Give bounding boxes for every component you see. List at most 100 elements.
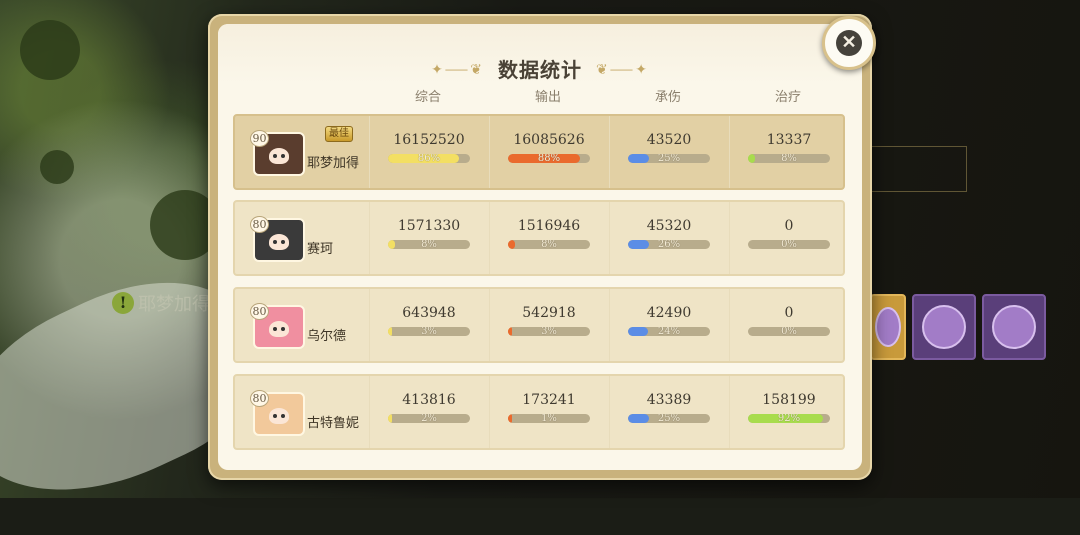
scene-character-chips — [870, 294, 1046, 360]
stat-bar: 8% — [748, 154, 830, 163]
stat-bar: 3% — [508, 327, 590, 336]
stat-bar: 0% — [748, 240, 830, 249]
stat-bar: 86% — [388, 154, 470, 163]
character-name: 耶梦加得 — [307, 156, 360, 171]
portrait-eye — [273, 327, 277, 331]
stat-cell-tanked: 42490 24% — [609, 305, 729, 336]
character-name: 赛珂 — [307, 242, 334, 257]
stat-bar: 3% — [388, 327, 470, 336]
stat-percent: 3% — [421, 327, 437, 336]
dialog-header: ✦⸺❦ 数据统计 ❦⸺✦ — [218, 24, 862, 84]
portrait-face — [269, 148, 289, 164]
stat-value: 43520 — [646, 132, 692, 148]
stat-percent: 24% — [657, 327, 681, 336]
stat-cell-tanked: 45320 26% — [609, 218, 729, 249]
stat-cell-overall: 1571330 8% — [369, 218, 489, 249]
portrait-eye — [273, 240, 277, 244]
stat-bar: 26% — [628, 240, 710, 249]
stat-value: 0 — [784, 218, 794, 234]
stat-cell-overall: 643948 3% — [369, 305, 489, 336]
column-header-tanked: 承伤 — [654, 90, 681, 105]
title-row: ✦⸺❦ 数据统计 ❦⸺✦ — [218, 54, 862, 83]
stat-percent: 1% — [541, 414, 557, 423]
stat-value: 16085626 — [513, 132, 585, 148]
stat-cell-heal: 158199 92% — [729, 392, 849, 423]
stat-value: 173241 — [522, 392, 576, 408]
stat-bar: 25% — [628, 414, 710, 423]
portrait-eye — [281, 240, 285, 244]
stat-bar: 2% — [388, 414, 470, 423]
stat-value: 16152520 — [393, 132, 465, 148]
stat-percent: 8% — [541, 240, 557, 249]
portrait-eye — [273, 414, 277, 418]
dialog-title: 数据统计 — [498, 58, 582, 82]
stat-value: 1516946 — [517, 218, 581, 234]
portrait-eye — [273, 154, 277, 158]
stat-value: 13337 — [766, 132, 812, 148]
stat-percent: 0% — [781, 327, 797, 336]
best-badge: 最佳 — [325, 126, 353, 142]
scene-panel-frame — [870, 146, 967, 192]
stat-cell-damage: 542918 3% — [489, 305, 609, 336]
ornament-right-icon: ❦⸺✦ — [596, 61, 649, 78]
stat-value: 45320 — [646, 218, 692, 234]
stat-cell-damage: 16085626 88% — [489, 132, 609, 163]
stat-percent: 2% — [421, 414, 437, 423]
portrait-eye — [281, 414, 285, 418]
character-name: 乌尔德 — [307, 329, 347, 344]
stat-value: 1571330 — [397, 218, 461, 234]
stat-bar: 25% — [628, 154, 710, 163]
stat-bar: 0% — [748, 327, 830, 336]
stat-value: 43389 — [646, 392, 692, 408]
stat-value: 42490 — [646, 305, 692, 321]
stat-bar: 8% — [388, 240, 470, 249]
character-chip — [912, 294, 976, 360]
stats-row[interactable]: 80 古特鲁妮 413816 2% 173241 1% 43389 25% 158199 92% — [233, 374, 845, 450]
scene-notice: ! 耶梦加得 — [112, 290, 210, 316]
stat-percent: 0% — [781, 240, 797, 249]
column-header-heal: 治疗 — [774, 90, 801, 105]
portrait-face — [269, 408, 289, 424]
stat-percent: 92% — [777, 414, 801, 423]
stat-cell-overall: 16152520 86% — [369, 132, 489, 163]
ornament-left-icon: ✦⸺❦ — [431, 61, 484, 78]
character-chip — [870, 294, 906, 360]
stat-percent: 8% — [781, 154, 797, 163]
stat-cell-overall: 413816 2% — [369, 392, 489, 423]
stat-cell-damage: 1516946 8% — [489, 218, 609, 249]
stat-bar: 1% — [508, 414, 590, 423]
close-button[interactable]: ✕ — [822, 16, 876, 70]
character-name: 古特鲁妮 — [307, 416, 360, 431]
stat-value: 158199 — [762, 392, 816, 408]
stat-value: 542918 — [522, 305, 576, 321]
stats-row[interactable]: 90 最佳 耶梦加得 16152520 86% 16085626 88% 43520 25% 13… — [233, 114, 845, 190]
stat-cell-damage: 173241 1% — [489, 392, 609, 423]
level-badge: 80 — [250, 390, 269, 407]
portrait-eye — [281, 154, 285, 158]
stat-bar: 88% — [508, 154, 590, 163]
foliage-decoration — [20, 20, 80, 80]
level-badge: 80 — [250, 303, 269, 320]
level-badge: 80 — [250, 216, 269, 233]
close-icon: ✕ — [836, 30, 862, 56]
portrait-eye — [281, 327, 285, 331]
stat-bar: 8% — [508, 240, 590, 249]
foliage-decoration — [40, 150, 74, 184]
exclamation-icon: ! — [112, 292, 134, 314]
stat-percent: 88% — [537, 154, 561, 163]
stat-cell-heal: 0 0% — [729, 305, 849, 336]
stat-cell-heal: 0 0% — [729, 218, 849, 249]
stat-bar: 92% — [748, 414, 830, 423]
stats-row[interactable]: 80 赛珂 1571330 8% 1516946 8% 45320 26% 0 0% — [233, 200, 845, 276]
portrait-face — [269, 321, 289, 337]
portrait-face — [269, 234, 289, 250]
stat-cell-tanked: 43389 25% — [609, 392, 729, 423]
stat-percent: 25% — [657, 414, 681, 423]
stat-value: 0 — [784, 305, 794, 321]
column-header-overall: 综合 — [414, 90, 441, 105]
stat-percent: 25% — [657, 154, 681, 163]
stats-row[interactable]: 80 乌尔德 643948 3% 542918 3% 42490 24% 0 0% — [233, 287, 845, 363]
stat-percent: 26% — [657, 240, 681, 249]
scene-notice-text: 耶梦加得 — [138, 294, 210, 315]
character-chip — [982, 294, 1046, 360]
